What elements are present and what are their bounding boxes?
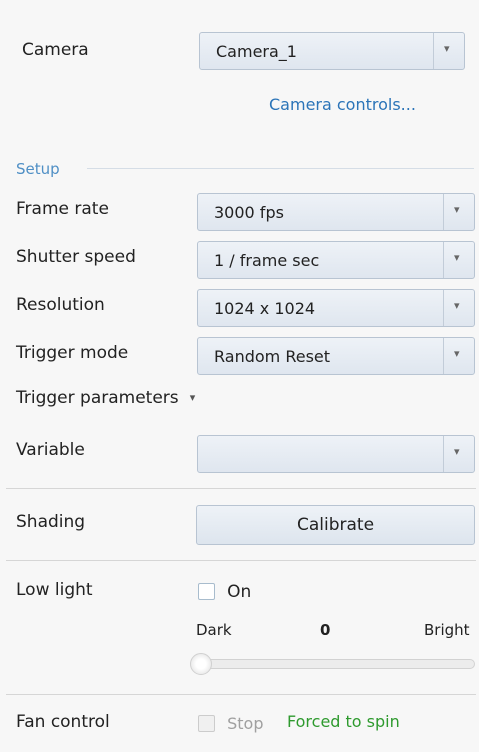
shutter-speed-dropdown-button[interactable]: ▾ (443, 242, 474, 278)
low-light-slider-track[interactable] (198, 659, 475, 669)
variable-select[interactable]: ▾ (197, 435, 475, 473)
shutter-speed-select[interactable]: 1 / frame sec ▾ (197, 241, 475, 279)
shutter-speed-label: Shutter speed (16, 247, 136, 267)
fan-stop-checkbox[interactable]: Stop (198, 713, 263, 733)
slider-min-label: Dark (196, 621, 232, 639)
camera-select[interactable]: Camera_1 ▾ (199, 32, 465, 70)
setup-section-divider (87, 168, 474, 169)
variable-label: Variable (16, 440, 85, 460)
low-light-slider-thumb[interactable] (190, 653, 212, 675)
slider-value: 0 (320, 621, 331, 639)
frame-rate-label: Frame rate (16, 199, 109, 219)
calibrate-button[interactable]: Calibrate (196, 505, 475, 545)
divider (6, 694, 476, 695)
divider (6, 560, 476, 561)
chevron-down-icon: ▾ (454, 203, 460, 216)
camera-select-value: Camera_1 (216, 42, 297, 61)
low-light-label: Low light (16, 580, 93, 600)
frame-rate-select[interactable]: 3000 fps ▾ (197, 193, 475, 231)
resolution-select-value: 1024 x 1024 (214, 299, 316, 318)
fan-status-text: Forced to spin (287, 712, 400, 731)
trigger-mode-select[interactable]: Random Reset ▾ (197, 337, 475, 375)
fan-control-label: Fan control (16, 712, 110, 732)
shutter-speed-select-value: 1 / frame sec (214, 251, 320, 270)
chevron-down-icon: ▾ (454, 347, 460, 360)
variable-dropdown-button[interactable]: ▾ (443, 436, 474, 472)
camera-controls-link[interactable]: Camera controls... (269, 95, 416, 114)
chevron-down-icon: ▾ (454, 299, 460, 312)
trigger-mode-select-value: Random Reset (214, 347, 331, 366)
frame-rate-select-value: 3000 fps (214, 203, 284, 222)
camera-label: Camera (22, 40, 89, 60)
setup-section-title: Setup (16, 160, 60, 178)
trigger-parameters-expander[interactable]: Trigger parameters ▾ (16, 388, 195, 408)
camera-select-dropdown-button[interactable]: ▾ (433, 33, 464, 69)
fan-stop-label: Stop (227, 714, 264, 733)
camera-settings-panel (6, 6, 472, 746)
resolution-select[interactable]: 1024 x 1024 ▾ (197, 289, 475, 327)
trigger-mode-label: Trigger mode (16, 343, 129, 363)
low-light-checkbox[interactable]: On (198, 581, 251, 602)
slider-max-label: Bright (424, 621, 470, 639)
trigger-parameters-label: Trigger parameters (16, 388, 179, 408)
low-light-checkbox-label: On (227, 581, 252, 602)
chevron-down-icon: ▾ (454, 445, 460, 458)
caret-down-icon: ▾ (189, 391, 196, 404)
chevron-down-icon: ▾ (444, 42, 450, 55)
trigger-mode-dropdown-button[interactable]: ▾ (443, 338, 474, 374)
checkbox-box[interactable] (198, 583, 215, 600)
resolution-label: Resolution (16, 295, 105, 315)
checkbox-box[interactable] (198, 715, 215, 732)
divider (6, 488, 476, 489)
resolution-dropdown-button[interactable]: ▾ (443, 290, 474, 326)
frame-rate-dropdown-button[interactable]: ▾ (443, 194, 474, 230)
chevron-down-icon: ▾ (454, 251, 460, 264)
shading-label: Shading (16, 512, 86, 532)
